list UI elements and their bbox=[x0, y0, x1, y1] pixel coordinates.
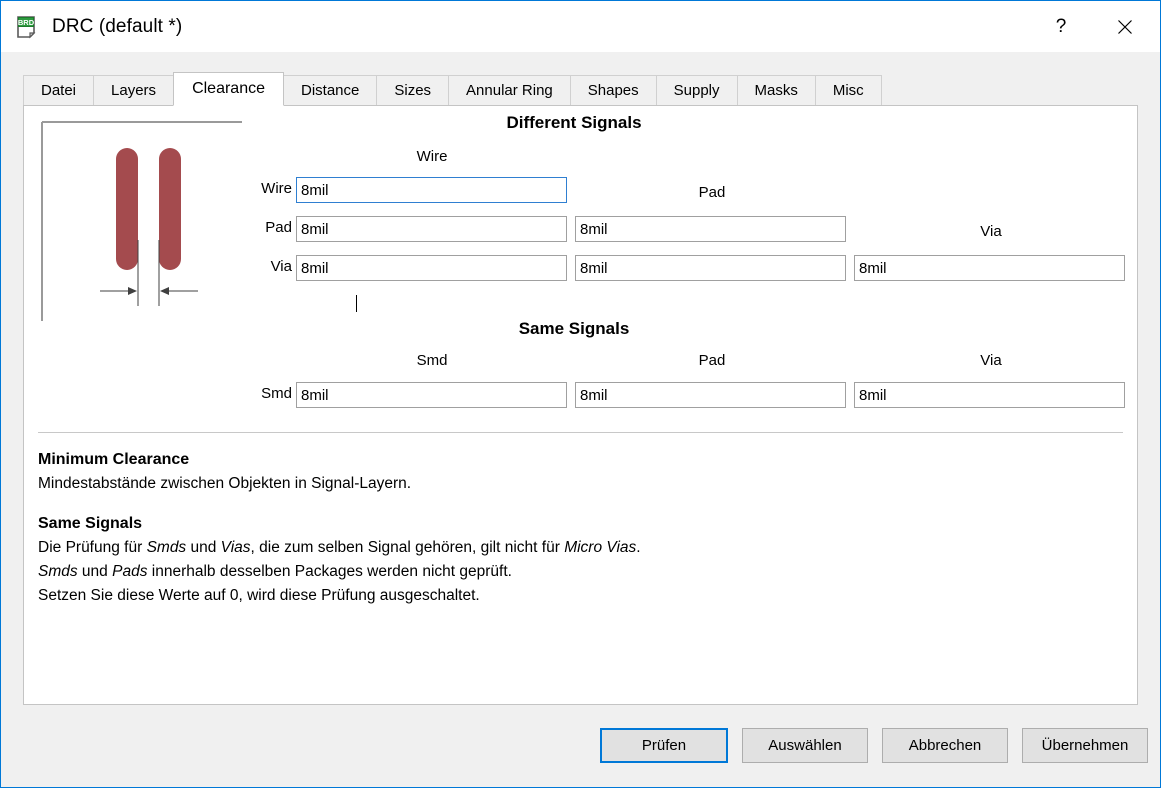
clearance-wire-wire-input[interactable] bbox=[296, 177, 567, 203]
clearance-via-wire-input[interactable] bbox=[296, 255, 567, 281]
tab-datei[interactable]: Datei bbox=[23, 75, 94, 105]
apply-button[interactable]: Übernehmen bbox=[1022, 728, 1148, 763]
tab-shapes[interactable]: Shapes bbox=[570, 75, 657, 105]
desc-line-1: Die Prüfung für Smds und Vias, die zum s… bbox=[38, 536, 1123, 560]
check-button[interactable]: Prüfen bbox=[600, 728, 728, 763]
arrowhead-left bbox=[128, 287, 137, 295]
desc-line1-part-d: . bbox=[636, 539, 640, 556]
desc-line1-part-c: , die zum selben Signal gehören, gilt ni… bbox=[251, 539, 565, 556]
desc-spacer bbox=[38, 496, 1123, 512]
cancel-button[interactable]: Abbrechen bbox=[882, 728, 1008, 763]
clearance-smd-smd-input[interactable] bbox=[296, 382, 567, 408]
tab-distance[interactable]: Distance bbox=[283, 75, 377, 105]
desc-line2-part-b: innerhalb desselben Packages werden nich… bbox=[147, 563, 512, 580]
text-cursor bbox=[356, 295, 357, 312]
desc-line1-italic-vias: Vias bbox=[221, 539, 251, 556]
clearance-via-pad-input[interactable] bbox=[575, 255, 846, 281]
clearance-pad-wire-input[interactable] bbox=[296, 216, 567, 242]
diff-row-label-wire: Wire bbox=[182, 180, 292, 197]
select-button[interactable]: Auswählen bbox=[742, 728, 868, 763]
drc-dialog-window: BRD DRC (default *) ? Datei Layers Clear… bbox=[0, 0, 1161, 788]
title-bar: BRD DRC (default *) ? bbox=[1, 1, 1160, 52]
diff-row-label-pad: Pad bbox=[182, 219, 292, 236]
desc-body-minimum-clearance: Mindestabstände zwischen Objekten in Sig… bbox=[38, 472, 1123, 496]
desc-line1-italic-smds: Smds bbox=[147, 539, 187, 556]
tab-supply[interactable]: Supply bbox=[656, 75, 738, 105]
same-row-label-smd: Smd bbox=[182, 385, 292, 402]
different-signals-title: Different Signals bbox=[424, 113, 724, 133]
diff-row-label-via: Via bbox=[182, 258, 292, 275]
desc-line-2: Smds und Pads innerhalb desselben Packag… bbox=[38, 560, 1123, 584]
same-col-header-smd: Smd bbox=[297, 352, 567, 369]
tab-misc[interactable]: Misc bbox=[815, 75, 882, 105]
diff-col-header-pad: Pad bbox=[577, 184, 847, 201]
help-description: Minimum Clearance Mindestabstände zwisch… bbox=[38, 448, 1123, 608]
tab-masks[interactable]: Masks bbox=[737, 75, 816, 105]
desc-line1-part-a: Die Prüfung für bbox=[38, 539, 147, 556]
close-button[interactable] bbox=[1102, 1, 1148, 52]
clearance-via-via-input[interactable] bbox=[854, 255, 1125, 281]
desc-heading-minimum-clearance: Minimum Clearance bbox=[38, 448, 1123, 472]
tab-bar: Datei Layers Clearance Distance Sizes An… bbox=[23, 72, 1160, 105]
wire-trace-left bbox=[116, 148, 138, 270]
dialog-footer: Prüfen Auswählen Abbrechen Übernehmen bbox=[1, 704, 1160, 787]
desc-line1-part-b: und bbox=[186, 539, 220, 556]
tab-sizes[interactable]: Sizes bbox=[376, 75, 449, 105]
svg-text:BRD: BRD bbox=[18, 18, 35, 27]
desc-line1-italic-micro-vias: Micro Vias bbox=[564, 539, 636, 556]
tab-layers[interactable]: Layers bbox=[93, 75, 174, 105]
clearance-pad-pad-input[interactable] bbox=[575, 216, 846, 242]
brd-board-icon: BRD bbox=[14, 14, 40, 40]
section-divider bbox=[38, 432, 1123, 433]
arrowhead-right bbox=[160, 287, 169, 295]
tab-clearance[interactable]: Clearance bbox=[173, 72, 284, 106]
diff-col-header-via: Via bbox=[856, 223, 1126, 240]
desc-heading-same-signals: Same Signals bbox=[38, 512, 1123, 536]
desc-line2-italic-smds: Smds bbox=[38, 563, 78, 580]
same-signals-title: Same Signals bbox=[424, 319, 724, 339]
clearance-smd-via-input[interactable] bbox=[854, 382, 1125, 408]
desc-line2-part-a: und bbox=[78, 563, 112, 580]
desc-line2-italic-pads: Pads bbox=[112, 563, 147, 580]
help-button[interactable]: ? bbox=[1038, 1, 1084, 52]
wire-trace-right bbox=[159, 148, 181, 270]
same-col-header-pad: Pad bbox=[577, 352, 847, 369]
same-col-header-via: Via bbox=[856, 352, 1126, 369]
diff-col-header-wire: Wire bbox=[297, 148, 567, 165]
clearance-smd-pad-input[interactable] bbox=[575, 382, 846, 408]
clearance-tab-panel: Different Signals Wire Pad Via Wire Pad … bbox=[23, 105, 1138, 705]
tab-annular-ring[interactable]: Annular Ring bbox=[448, 75, 571, 105]
desc-line-3: Setzen Sie diese Werte auf 0, wird diese… bbox=[38, 584, 1123, 608]
window-title: DRC (default *) bbox=[52, 16, 182, 38]
close-icon bbox=[1117, 19, 1133, 35]
